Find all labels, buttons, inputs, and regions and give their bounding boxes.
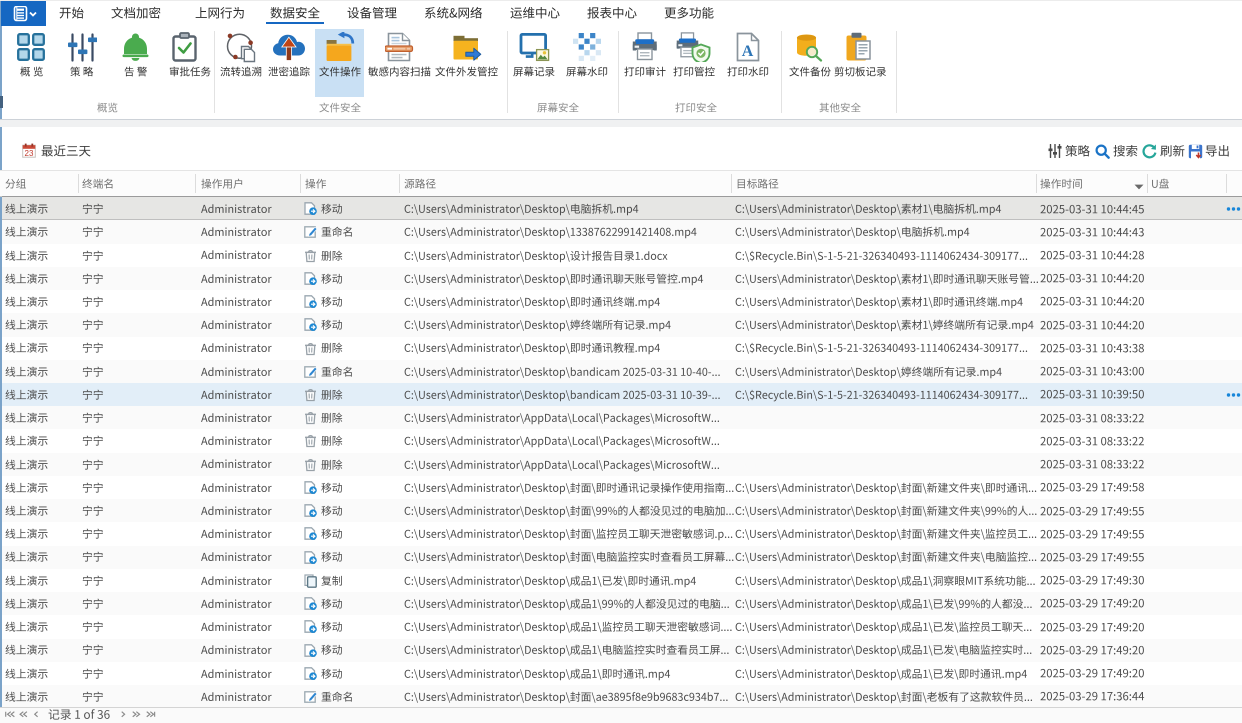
svg-text:23: 23 (25, 149, 34, 158)
svg-text:A: A (742, 43, 754, 60)
